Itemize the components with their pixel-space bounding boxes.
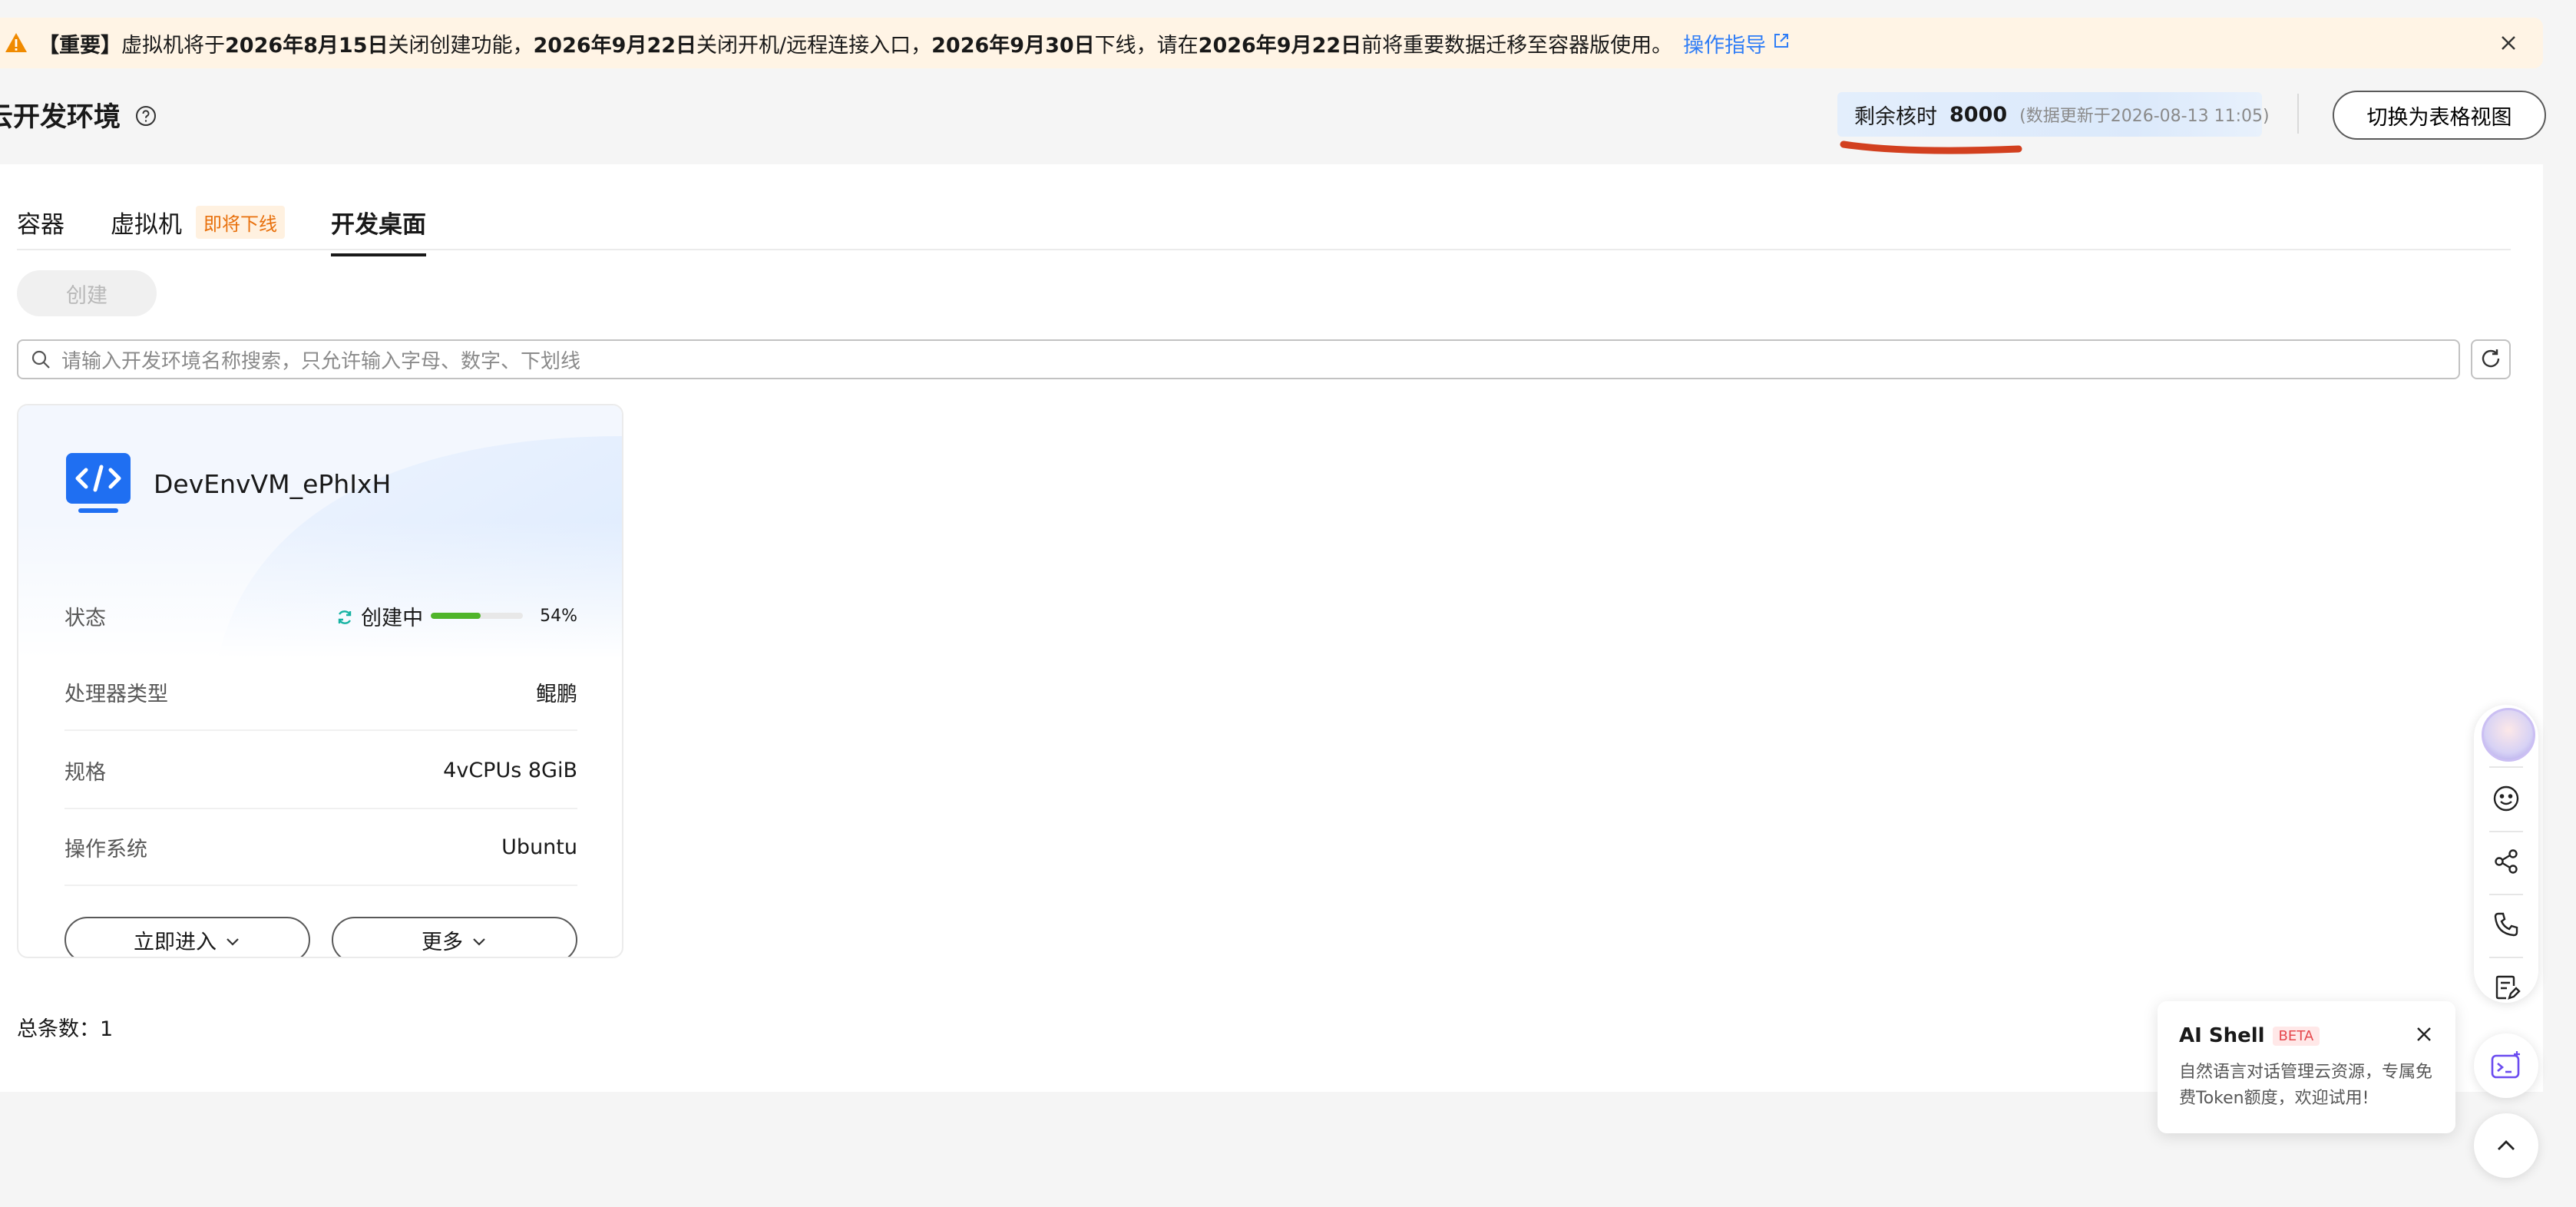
create-button: 创建 — [17, 270, 157, 316]
notice-text: 【重要】虚拟机将于2026年8月15日关闭创建功能，2026年9月22日关闭开机… — [38, 28, 1672, 58]
progress-fill — [431, 613, 481, 619]
quota-label: 剩余核时 — [1854, 104, 1937, 129]
total-count: 总条数：1 — [17, 1017, 114, 1041]
more-label: 更多 — [422, 930, 463, 954]
notice-segment: 关闭创建功能， — [388, 33, 534, 58]
card-header: DevEnvVM_ePhIxH — [66, 453, 391, 514]
loading-icon — [336, 607, 353, 624]
spec-key: 规格 — [64, 760, 106, 785]
notice-segment: 【重要】 — [38, 33, 121, 58]
status-value: 创建中 54% — [336, 601, 577, 631]
notice-segment: 虚拟机将于 — [121, 33, 225, 58]
quota-value: 8000 — [1949, 102, 2008, 127]
cpu-row: 处理器类型 鲲鹏 — [64, 654, 577, 731]
enter-now-label: 立即进入 — [134, 930, 217, 954]
notes-button[interactable] — [2491, 972, 2521, 1003]
annotation-underline — [1840, 141, 2022, 154]
assistant-avatar[interactable] — [2482, 708, 2535, 762]
close-icon[interactable] — [2414, 1024, 2434, 1044]
os-value: Ubuntu — [501, 835, 577, 859]
notice-segment: 2026年9月22日 — [533, 33, 697, 58]
tab-vm[interactable]: 虚拟机 即将下线 — [111, 195, 285, 249]
help-icon[interactable] — [134, 104, 157, 127]
more-button[interactable]: 更多 — [332, 917, 577, 957]
os-row: 操作系统 Ubuntu — [64, 809, 577, 886]
notice-segment: 前将重要数据迁移至容器版使用。 — [1361, 33, 1673, 58]
share-button[interactable] — [2491, 846, 2521, 877]
side-divider — [2489, 766, 2523, 768]
refresh-icon — [2480, 347, 2502, 372]
search-placeholder[interactable]: 请输入开发环境名称搜索，只允许输入字母、数字、下划线 — [61, 346, 580, 374]
ai-shell-icon — [2491, 1051, 2520, 1079]
chevron-up-icon — [2498, 1140, 2515, 1150]
notice-segment: 2026年8月15日 — [225, 33, 389, 58]
side-divider — [2489, 831, 2523, 832]
os-key: 操作系统 — [64, 837, 147, 861]
status-key: 状态 — [64, 606, 106, 630]
ai-shell-description: 自然语言对话管理云资源，专属免费Token额度，欢迎试用! — [2179, 1063, 2433, 1108]
cpu-value: 鲲鹏 — [536, 682, 577, 706]
feedback-button[interactable] — [2491, 783, 2521, 814]
search-input[interactable]: 请输入开发环境名称搜索，只允许输入字母、数字、下划线 — [17, 339, 2460, 379]
tab-dev-desktop[interactable]: 开发桌面 — [331, 195, 426, 256]
refresh-button[interactable] — [2471, 339, 2511, 379]
tab-container[interactable]: 容器 — [17, 195, 64, 249]
page-title-text: 云开发环境 — [0, 102, 121, 133]
cpu-key: 处理器类型 — [64, 682, 168, 706]
tab-label: 开发桌面 — [331, 210, 426, 239]
progress-percent: 54% — [540, 606, 577, 626]
quota-update-time: (数据更新于2026-08-13 11:05) — [2019, 107, 2270, 126]
status-row: 状态 创建中 54% — [64, 577, 577, 654]
ai-shell-title: AI Shell BETA — [2179, 1024, 2434, 1047]
offline-badge: 即将下线 — [196, 205, 285, 239]
guide-link-label[interactable]: 操作指导 — [1683, 28, 1766, 58]
tab-label: 容器 — [17, 210, 64, 239]
search-icon — [31, 349, 51, 369]
external-link-icon — [1772, 31, 1791, 55]
notice-segment: 2026年9月22日 — [1198, 33, 1362, 58]
notice-banner: 【重要】虚拟机将于2026年8月15日关闭创建功能，2026年9月22日关闭开机… — [0, 18, 2543, 68]
main-panel: 容器 虚拟机 即将下线 开发桌面 创建 请输入开发环境名称搜索，只允许输入字母、… — [0, 164, 2543, 1092]
ai-shell-popup: AI Shell BETA 自然语言对话管理云资源，专属免费Token额度，欢迎… — [2158, 1001, 2455, 1133]
spec-row: 规格 4vCPUs 8GiB — [64, 732, 577, 809]
back-to-top-button[interactable] — [2474, 1113, 2538, 1178]
edit-note-icon — [2495, 975, 2521, 1000]
header-divider — [2297, 94, 2299, 134]
guide-link[interactable]: 操作指导 — [1683, 28, 1791, 58]
tabs-divider — [17, 249, 2511, 250]
code-icon — [66, 453, 131, 514]
enter-now-button[interactable]: 立即进入 — [64, 917, 310, 957]
progress-bar — [431, 613, 524, 619]
page-title: 云开发环境 — [0, 95, 157, 134]
ai-shell-title-text: AI Shell — [2179, 1024, 2265, 1047]
notice-segment: 关闭开机/远程连接入口， — [696, 33, 932, 58]
side-divider — [2489, 957, 2523, 958]
tab-label: 虚拟机 — [111, 210, 182, 239]
env-name[interactable]: DevEnvVM_ePhIxH — [154, 469, 391, 499]
share-icon — [2495, 849, 2518, 874]
side-divider — [2489, 894, 2523, 895]
status-text: 创建中 — [361, 606, 424, 630]
tab-bar: 容器 虚拟机 即将下线 开发桌面 — [17, 195, 472, 256]
dev-env-card[interactable]: DevEnvVM_ePhIxH 状态 创建中 54% 处理器类型 鲲鹏 规格 4… — [17, 404, 623, 958]
spec-value: 4vCPUs 8GiB — [443, 758, 577, 782]
chevron-down-icon — [224, 931, 241, 948]
smile-icon — [2493, 785, 2519, 812]
quota-info: 剩余核时 8000 (数据更新于2026-08-13 11:05) — [1837, 92, 2270, 137]
switch-table-view-button[interactable]: 切换为表格视图 — [2333, 91, 2546, 140]
notice-segment: 下线，请在 — [1094, 33, 1199, 58]
beta-badge: BETA — [2272, 1026, 2320, 1046]
close-icon[interactable] — [2497, 31, 2520, 55]
notice-segment: 2026年9月30日 — [931, 33, 1095, 58]
phone-icon — [2494, 912, 2518, 937]
chevron-down-icon — [471, 931, 488, 948]
warning-icon — [5, 31, 28, 55]
ai-shell-button[interactable] — [2474, 1033, 2538, 1098]
contact-button[interactable] — [2491, 909, 2521, 940]
